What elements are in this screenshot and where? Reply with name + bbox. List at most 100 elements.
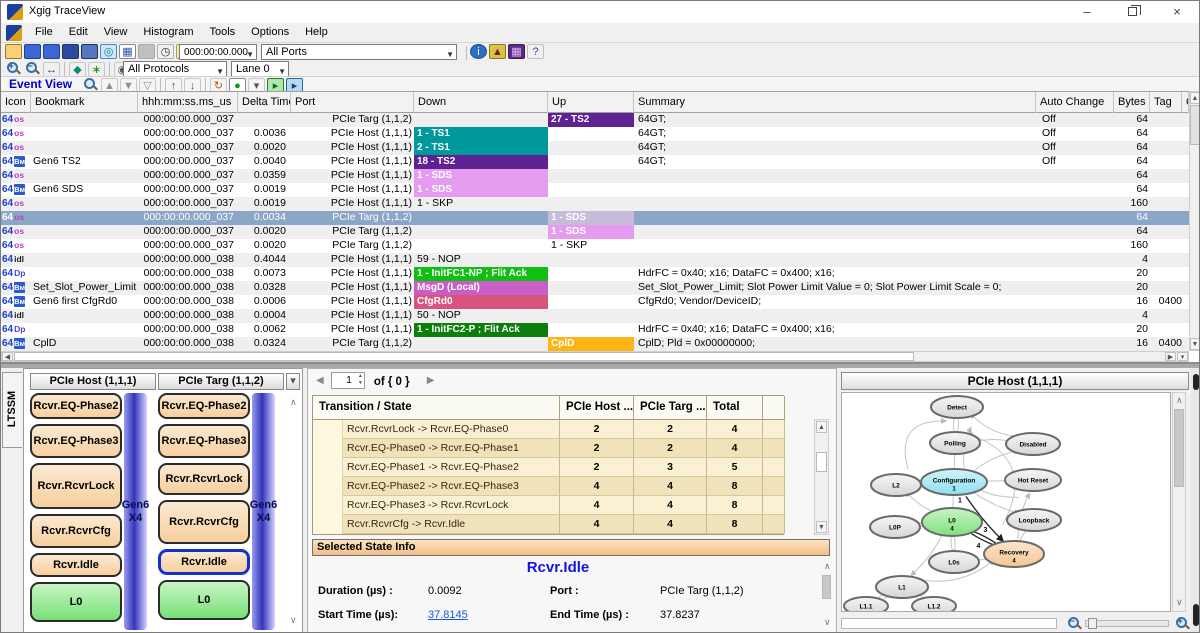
nav-index-spinner[interactable]: 1 ▲▼: [331, 372, 365, 389]
ssi-scroll-down[interactable]: ∨: [824, 617, 831, 628]
transition-vscrollbar[interactable]: ▲ ▼: [814, 419, 829, 535]
trace-hscrollbar[interactable]: ◀ ▶ ▾: [1, 351, 1189, 362]
state-node-l1[interactable]: L1: [876, 576, 928, 598]
state-node-l1.2[interactable]: L1.2: [912, 597, 956, 611]
table-row[interactable]: 64BмGen6 TS2000:00:00.000_0370.0040PCIe …: [1, 155, 1189, 169]
ltssm-state-l0[interactable]: L0: [158, 580, 250, 620]
col-header-port[interactable]: Port: [291, 92, 414, 114]
table-row[interactable]: 64BмSet_Slot_Power_Limit000:00:00.000_03…: [1, 281, 1189, 295]
lane-combobox[interactable]: Lane 0▼: [231, 61, 289, 77]
ltssm-tab[interactable]: LTSSM: [2, 372, 22, 448]
help-icon[interactable]: ?: [527, 44, 544, 59]
table-row[interactable]: 64os000:00:00.000_0370.0359PCIe Host (1,…: [1, 169, 1189, 183]
col-header-auto-change[interactable]: Auto Change: [1036, 92, 1114, 114]
transition-col-header[interactable]: Transition / State: [313, 396, 560, 420]
transition-row[interactable]: Rcvr.EQ-Phase0 -> Rcvr.EQ-Phase1224: [313, 439, 783, 458]
menu-help[interactable]: Help: [297, 23, 336, 41]
state-node-polling[interactable]: Polling: [930, 432, 980, 454]
minimize-button[interactable]: –: [1065, 1, 1109, 23]
transition-col-header[interactable]: PCIe Targ ...: [634, 396, 707, 420]
table-row[interactable]: 64BмGen6 first CfgRd0000:00:00.000_0380.…: [1, 295, 1189, 309]
state-node-l0[interactable]: L04: [922, 508, 982, 536]
table-row[interactable]: 64os000:00:00.000_0370.0036PCIe Host (1,…: [1, 127, 1189, 141]
grid-view-icon[interactable]: ▦: [119, 44, 136, 59]
menu-view[interactable]: View: [96, 23, 136, 41]
state-node-loopback[interactable]: Loopback: [1007, 509, 1061, 531]
state-node-l1.1[interactable]: L1.1: [844, 597, 888, 611]
expand-all-icon[interactable]: ∗: [88, 62, 105, 77]
ltssm-state-rcvr-eq-phase3[interactable]: Rcvr.EQ-Phase3: [30, 424, 122, 458]
menu-file[interactable]: File: [27, 23, 61, 41]
select-event-icon[interactable]: [83, 77, 98, 92]
state-diagram-title[interactable]: PCIe Host (1,1,1): [841, 372, 1189, 390]
protocols-combobox[interactable]: All Protocols▼: [123, 61, 227, 77]
fit-width-icon[interactable]: ↔: [43, 62, 60, 77]
col-header-bytes[interactable]: Bytes: [1114, 92, 1150, 114]
trace-vscrollbar[interactable]: ▲ ▼: [1189, 91, 1200, 351]
error-map-icon[interactable]: ▦: [508, 44, 525, 59]
capture-view-icon[interactable]: ◎: [100, 44, 117, 59]
table-row[interactable]: 64idl000:00:00.000_0380.0004PCIe Host (1…: [1, 309, 1189, 323]
ssi-scroll-up[interactable]: ∧: [824, 561, 831, 572]
nav-next-button[interactable]: ▶: [427, 375, 435, 386]
transition-row[interactable]: Rcvr.RcvrCfg -> Rcvr.Idle448: [313, 515, 783, 534]
state-node-configuration[interactable]: Configuration1: [921, 469, 987, 495]
transition-col-header[interactable]: Total: [707, 396, 763, 420]
ssi-scroll-thumb[interactable]: [822, 575, 831, 599]
zoom-slider-thumb[interactable]: [1088, 618, 1097, 629]
transition-col-header[interactable]: [763, 396, 785, 420]
collapse-splitter[interactable]: [1191, 368, 1200, 633]
transition-row[interactable]: Rcvr.EQ-Phase2 -> Rcvr.EQ-Phase3448: [313, 477, 783, 496]
open-folder-icon[interactable]: [5, 44, 22, 59]
state-node-hotreset[interactable]: Hot Reset: [1005, 469, 1061, 491]
state-node-l0s[interactable]: L0s: [929, 551, 979, 573]
table-row[interactable]: 64os000:00:00.000_0370.0034PCIe Targ (1,…: [1, 211, 1189, 225]
ltssm-state-rcvr-rcvrcfg[interactable]: Rcvr.RcvrCfg: [158, 500, 250, 544]
time-combobox[interactable]: 000:00:00.000 037▼: [179, 44, 257, 60]
table-row[interactable]: 64os000:00:00.000_0370.0019PCIe Host (1,…: [1, 197, 1189, 211]
menu-tools[interactable]: Tools: [201, 23, 243, 41]
menu-histogram[interactable]: Histogram: [135, 23, 201, 41]
col-header-icon[interactable]: Icon: [1, 92, 31, 114]
table-row[interactable]: 64Dp000:00:00.000_0380.0073PCIe Host (1,…: [1, 267, 1189, 281]
ltssm-state-rcvr-rcvrcfg[interactable]: Rcvr.RcvrCfg: [30, 514, 122, 548]
ltssm-state-rcvr-idle[interactable]: Rcvr.Idle: [30, 553, 122, 577]
ltssm-scroll-up[interactable]: ∧: [290, 397, 297, 408]
state-node-l0p[interactable]: L0P: [870, 516, 920, 538]
col-header-summary[interactable]: Summary: [634, 92, 1036, 114]
restore-button[interactable]: [1110, 1, 1154, 23]
table-row[interactable]: 64idl000:00:00.000_0380.4044PCIe Host (1…: [1, 253, 1189, 267]
ltssm-host-header[interactable]: PCIe Host (1,1,1): [30, 373, 156, 390]
ports-combobox[interactable]: All Ports▼: [261, 44, 457, 60]
col-header-tag[interactable]: Tag: [1150, 92, 1182, 114]
transition-row[interactable]: Rcvr.EQ-Phase1 -> Rcvr.EQ-Phase2235: [313, 458, 783, 477]
ltssm-state-rcvr-idle[interactable]: Rcvr.Idle: [158, 549, 250, 575]
ltssm-dropdown[interactable]: ▾: [286, 373, 300, 390]
menu-options[interactable]: Options: [243, 23, 297, 41]
col-header-down[interactable]: Down: [414, 92, 548, 114]
save-icon[interactable]: [62, 44, 79, 59]
zoom-out-icon[interactable]: −: [1067, 616, 1082, 631]
save-all-icon[interactable]: [81, 44, 98, 59]
import-trace-2-icon[interactable]: [43, 44, 60, 59]
zoom-in-icon[interactable]: +: [6, 61, 21, 76]
transition-row[interactable]: Rcvr.EQ-Phase3 -> Rcvr.RcvrLock448: [313, 496, 783, 515]
tag-icon[interactable]: ◆: [69, 62, 86, 77]
table-row[interactable]: 64os000:00:00.000_0370.0020PCIe Targ (1,…: [1, 239, 1189, 253]
info-icon[interactable]: i: [470, 44, 487, 59]
state-node-detect[interactable]: Detect: [931, 396, 983, 418]
ltssm-state-rcvr-eq-phase2[interactable]: Rcvr.EQ-Phase2: [158, 393, 250, 419]
menu-edit[interactable]: Edit: [61, 23, 96, 41]
ltssm-state-l0[interactable]: L0: [30, 582, 122, 622]
ltssm-state-rcvr-eq-phase3[interactable]: Rcvr.EQ-Phase3: [158, 424, 250, 458]
transition-row[interactable]: Rcvr.RcvrLock -> Rcvr.EQ-Phase0224: [313, 420, 783, 439]
state-node-l2[interactable]: L2: [871, 474, 921, 496]
stop-disabled-icon[interactable]: [138, 44, 155, 59]
ltssm-state-rcvr-rcvrlock[interactable]: Rcvr.RcvrLock: [30, 463, 122, 509]
trigger-setup-icon[interactable]: ▲: [489, 44, 506, 59]
start-time-link[interactable]: 37.8145: [428, 609, 468, 621]
table-row[interactable]: 64BмCplD000:00:00.000_0380.0324PCIe Targ…: [1, 337, 1189, 351]
col-header-delta-time[interactable]: Delta Time: [238, 92, 291, 114]
ltssm-targ-header[interactable]: PCIe Targ (1,1,2): [158, 373, 284, 390]
zoom-slider-track[interactable]: [1085, 620, 1169, 627]
